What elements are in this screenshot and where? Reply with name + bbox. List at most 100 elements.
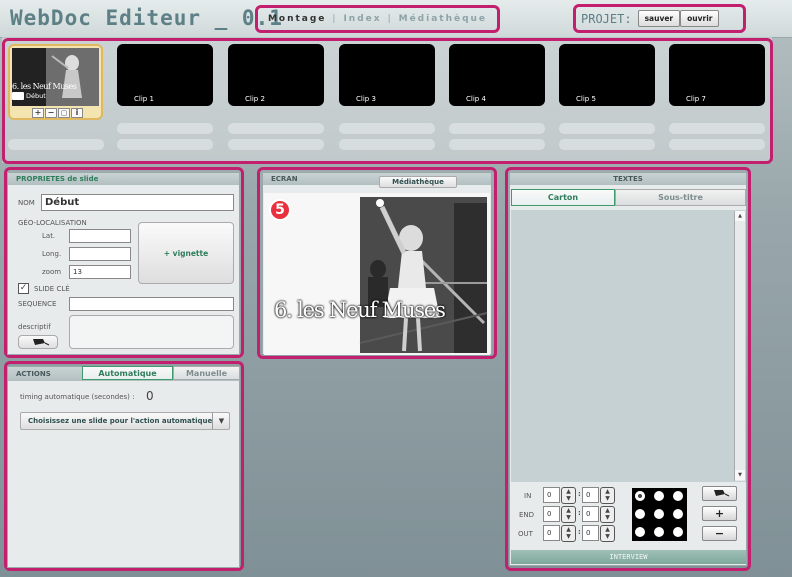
- eraser-button[interactable]: [702, 486, 737, 501]
- lat-label: Lat.: [42, 232, 56, 240]
- position-dot[interactable]: [673, 491, 683, 501]
- interview-footer[interactable]: INTERVIEW: [511, 550, 746, 564]
- tab-automatique[interactable]: Automatique: [82, 366, 173, 380]
- eraser-button[interactable]: [18, 335, 58, 349]
- position-dot-selected[interactable]: [635, 491, 645, 501]
- scroll-down-icon[interactable]: ▼: [735, 470, 745, 480]
- clip-thumbnail[interactable]: Clip 2: [228, 44, 324, 106]
- auto-action-select-text: Choisissez une slide pour l'action autom…: [28, 417, 213, 425]
- actions-panel: ACTIONS Automatique Manuelle timing auto…: [7, 366, 240, 568]
- timing-label: timing automatique (secondes) :: [20, 393, 135, 401]
- long-field[interactable]: [69, 247, 131, 261]
- position-dot[interactable]: [635, 509, 645, 519]
- clip-label: Clip 2: [245, 95, 265, 103]
- clip-thumbnail[interactable]: Clip 7: [669, 44, 765, 106]
- editor-scrollbar[interactable]: ▲ ▼: [734, 211, 745, 481]
- in-min-field[interactable]: 0: [543, 487, 560, 503]
- end-min-stepper[interactable]: ▲ ▼: [561, 506, 576, 523]
- position-dot[interactable]: [635, 527, 645, 537]
- descriptif-label: descriptif: [18, 323, 51, 331]
- in-min-stepper[interactable]: ▲ ▼: [561, 487, 576, 504]
- slide-cle-checkbox[interactable]: ✓: [18, 283, 29, 294]
- clip-thumbnail[interactable]: Clip 1: [117, 44, 213, 106]
- tab-manuelle[interactable]: Manuelle: [173, 366, 240, 380]
- preview-image: [264, 193, 490, 355]
- position-grid[interactable]: [632, 488, 687, 541]
- position-dot[interactable]: [654, 491, 664, 501]
- eraser-icon: [714, 490, 730, 497]
- track-slot: [339, 123, 435, 134]
- add-text-button[interactable]: +: [702, 506, 737, 521]
- auto-action-select[interactable]: Choisissez une slide pour l'action autom…: [20, 412, 230, 430]
- end-sec-field[interactable]: 0: [582, 506, 599, 522]
- track-slot: [228, 139, 324, 150]
- position-dot[interactable]: [654, 509, 664, 519]
- track-slot: [117, 123, 213, 134]
- tab-index[interactable]: Index: [343, 14, 381, 24]
- clip-info-button[interactable]: i: [71, 108, 83, 118]
- add-vignette-button[interactable]: + vignette: [138, 222, 234, 284]
- nom-field[interactable]: Début: [41, 194, 234, 211]
- slide-number-badge: 5: [269, 199, 291, 221]
- clip-thumbnail[interactable]: Clip 3: [339, 44, 435, 106]
- tab-mediatheque[interactable]: Médiathèque: [399, 14, 487, 24]
- in-sec-stepper[interactable]: ▲ ▼: [600, 487, 615, 504]
- in-sec-field[interactable]: 0: [582, 487, 599, 503]
- end-min-field[interactable]: 0: [543, 506, 560, 522]
- colon-separator: :: [578, 509, 581, 517]
- clip-thumbnail[interactable]: Clip 5: [559, 44, 655, 106]
- descriptif-field[interactable]: [69, 315, 234, 349]
- preview-caption: 6. les Neuf Muses: [274, 298, 446, 322]
- ecran-panel: ECRAN Médiathèque 5 6. les Neuf Muses: [262, 172, 492, 355]
- long-label: Long.: [42, 250, 62, 258]
- scroll-up-icon[interactable]: ▲: [735, 211, 745, 221]
- tab-montage[interactable]: Montage: [268, 14, 326, 24]
- props-panel: PROPRIETES de slide NOM Début GÉO-LOCALI…: [7, 172, 240, 355]
- clip-thumbnail-selected[interactable]: 6. les Neuf Muses Début + − ▢ i: [8, 44, 103, 120]
- track-slot: [669, 123, 765, 134]
- out-sec-stepper[interactable]: ▲ ▼: [600, 525, 615, 542]
- out-label: OUT: [518, 530, 533, 538]
- sequence-label: SEQUENCE: [18, 300, 57, 308]
- position-dot[interactable]: [673, 509, 683, 519]
- position-dot[interactable]: [673, 527, 683, 537]
- track-slot: [228, 123, 324, 134]
- open-button[interactable]: ouvrir: [680, 10, 720, 27]
- clip-add-button[interactable]: +: [32, 108, 44, 118]
- in-label: IN: [524, 492, 532, 500]
- out-sec-field[interactable]: 0: [582, 525, 599, 541]
- clip-remove-button[interactable]: −: [45, 108, 57, 118]
- screen-preview: 5 6. les Neuf Muses: [264, 193, 490, 355]
- tab-sous-titre[interactable]: Sous-titre: [615, 189, 746, 206]
- timing-value: 0: [146, 389, 154, 403]
- textes-panel: TEXTES Carton Sous-titre ▲ ▼ IN END OUT …: [509, 172, 747, 566]
- clip-label: Clip 3: [356, 95, 376, 103]
- zoom-label: zoom: [42, 268, 62, 276]
- end-sec-stepper[interactable]: ▲ ▼: [600, 506, 615, 523]
- track-slot: [669, 139, 765, 150]
- eraser-icon: [33, 339, 50, 346]
- track-slot: [559, 123, 655, 134]
- position-dot[interactable]: [654, 527, 664, 537]
- mediatheque-button[interactable]: Médiathèque: [379, 176, 457, 188]
- track-slot: [117, 139, 213, 150]
- key-icon: [12, 92, 24, 100]
- main-nav: Montage | Index | Médiathèque: [255, 5, 500, 33]
- clip-tools: + − ▢ i: [32, 108, 83, 118]
- clip-label: Clip 4: [466, 95, 486, 103]
- sequence-field[interactable]: [69, 297, 234, 311]
- clip-thumbnail[interactable]: Clip 4: [449, 44, 545, 106]
- clip-label: Clip 1: [134, 95, 154, 103]
- clip-label: Clip 7: [686, 95, 706, 103]
- save-button[interactable]: sauver: [637, 10, 681, 27]
- out-min-stepper[interactable]: ▲ ▼: [561, 525, 576, 542]
- zoom-field[interactable]: 13: [69, 265, 131, 279]
- out-min-field[interactable]: 0: [543, 525, 560, 541]
- tab-carton[interactable]: Carton: [511, 189, 615, 206]
- clip-duplicate-button[interactable]: ▢: [58, 108, 70, 118]
- text-editor-area[interactable]: [511, 210, 746, 482]
- clip-name: Début: [26, 92, 46, 100]
- end-label: END: [519, 511, 535, 519]
- remove-text-button[interactable]: −: [702, 526, 737, 541]
- lat-field[interactable]: [69, 229, 131, 243]
